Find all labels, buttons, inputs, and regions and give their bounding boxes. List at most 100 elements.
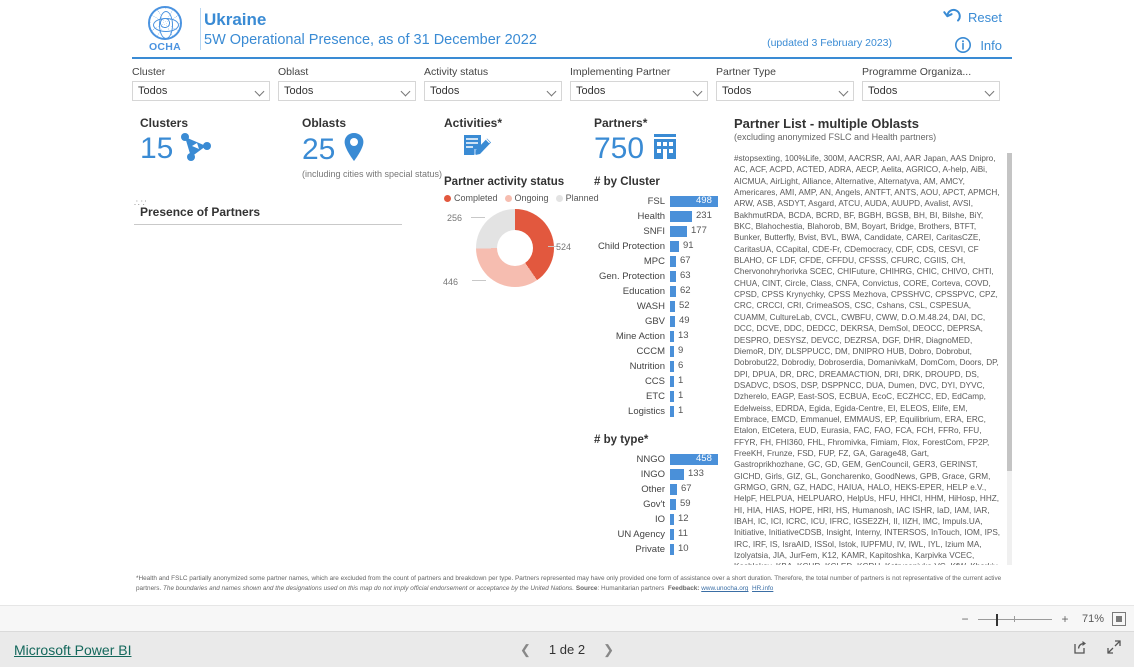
bar-fill[interactable] xyxy=(670,240,679,252)
bar-fill[interactable] xyxy=(670,360,674,372)
bar-row[interactable]: Nutrition 6 xyxy=(594,359,724,373)
partner-list-scroll-thumb[interactable] xyxy=(1007,153,1012,471)
bar-category-label: ETC xyxy=(646,390,665,402)
partner-list-body[interactable]: #stopsexting, 100%Life, 300M, AACRSR, AA… xyxy=(734,153,1012,565)
slicer-implementing-partner-dropdown[interactable]: Todos xyxy=(570,81,708,101)
bar-row[interactable]: Mine Action 13 xyxy=(594,329,724,343)
bar-fill[interactable] xyxy=(670,255,676,267)
bar-row[interactable]: Gov't 59 xyxy=(594,497,724,511)
bar-row[interactable]: ETC 1 xyxy=(594,389,724,403)
network-icon xyxy=(180,131,214,166)
kpi-card-partners: Partners* 750 xyxy=(594,116,679,166)
legend-item-completed[interactable]: Completed xyxy=(444,193,498,203)
bar-category-label: Education xyxy=(622,285,665,297)
bar-row[interactable]: Other 67 xyxy=(594,482,724,496)
legend-label-ongoing: Ongoing xyxy=(514,193,549,203)
bar-fill[interactable] xyxy=(670,405,674,417)
bar-fill[interactable] xyxy=(670,483,677,495)
slicer-activity-status-dropdown[interactable]: Todos xyxy=(424,81,562,101)
bar-track: 1 xyxy=(670,405,724,417)
bar-fill[interactable] xyxy=(670,270,676,282)
bar-fill[interactable] xyxy=(670,345,674,357)
bar-track: 59 xyxy=(670,498,724,510)
bar-fill[interactable] xyxy=(670,210,692,222)
bar-row[interactable]: Private 10 xyxy=(594,542,724,556)
kpi-clusters-title: Clusters xyxy=(140,116,189,130)
info-icon xyxy=(954,36,974,54)
bar-row[interactable]: FSL 498 xyxy=(594,194,724,208)
slicer-oblast-dropdown[interactable]: Todos xyxy=(278,81,416,101)
bar-track: 458 xyxy=(670,453,724,465)
bar-fill[interactable] xyxy=(670,498,676,510)
bar-row[interactable]: Health 231 xyxy=(594,209,724,223)
info-button[interactable]: Info xyxy=(954,36,1002,54)
bar-row[interactable]: Gen. Protection 63 xyxy=(594,269,724,283)
chevron-down-icon xyxy=(402,87,411,96)
bar-track: 1 xyxy=(670,390,724,402)
bar-row[interactable]: UN Agency 11 xyxy=(594,527,724,541)
bar-chart-by-type-title: # by type* xyxy=(594,434,649,446)
donut-partner-activity-status[interactable]: Partner activity status Completed Ongoin… xyxy=(443,176,599,296)
bar-fill[interactable] xyxy=(670,300,675,312)
page-title: Ukraine xyxy=(204,10,267,29)
map-visual-presence-of-partners[interactable]: ∴∵ Presence of Partners xyxy=(134,198,434,231)
chevron-right-icon[interactable]: ❯ xyxy=(603,642,614,658)
bar-chart-by-type[interactable]: # by type* NNGO 458 INGO 133 Other 67 Gov't 59 I… xyxy=(594,434,724,557)
minus-icon[interactable]: − xyxy=(960,613,970,625)
bar-row[interactable]: IO 12 xyxy=(594,512,724,526)
bar-fill[interactable] xyxy=(670,225,687,237)
legend-item-planned[interactable]: Planned xyxy=(555,193,599,203)
slicer-programme-organization: Programme Organiza... Todos xyxy=(862,66,1008,108)
zoom-slider[interactable] xyxy=(978,613,1052,626)
bar-row[interactable]: WASH 52 xyxy=(594,299,724,313)
bar-track: 231 xyxy=(670,210,724,222)
bar-fill[interactable] xyxy=(670,330,674,342)
bar-fill[interactable] xyxy=(670,375,674,387)
donut-leader-ongoing xyxy=(472,280,486,281)
bar-row[interactable]: CCS 1 xyxy=(594,374,724,388)
fullscreen-icon[interactable] xyxy=(1106,639,1122,660)
bar-fill[interactable] xyxy=(670,528,674,540)
bar-row[interactable]: MPC 67 xyxy=(594,254,724,268)
bar-row[interactable]: Education 62 xyxy=(594,284,724,298)
slicer-cluster-dropdown[interactable]: Todos xyxy=(132,81,270,101)
bar-row[interactable]: Child Protection 91 xyxy=(594,239,724,253)
reset-button[interactable]: Reset xyxy=(942,8,1002,26)
bar-fill[interactable] xyxy=(670,543,674,555)
bar-value-label: 6 xyxy=(678,359,684,371)
slicer-programme-organization-dropdown[interactable]: Todos xyxy=(862,81,1000,101)
donut-ring[interactable] xyxy=(476,209,554,287)
bar-chart-by-cluster[interactable]: # by Cluster FSL 498 Health 231 SNFI 177 Child… xyxy=(594,176,724,419)
footnote-link-unocha[interactable]: www.unocha.org xyxy=(701,585,748,592)
zoom-slider-thumb[interactable] xyxy=(996,613,998,626)
bar-fill[interactable] xyxy=(670,468,684,480)
bar-row[interactable]: NNGO 458 xyxy=(594,452,724,466)
bar-fill[interactable] xyxy=(670,513,674,525)
bar-row[interactable]: CCCM 9 xyxy=(594,344,724,358)
bar-row[interactable]: INGO 133 xyxy=(594,467,724,481)
zoom-slider-tick xyxy=(1014,615,1015,622)
plus-icon[interactable]: + xyxy=(1060,613,1070,625)
bar-fill[interactable] xyxy=(670,315,675,327)
bar-track: 12 xyxy=(670,513,724,525)
share-icon[interactable] xyxy=(1072,639,1088,660)
bar-row[interactable]: SNFI 177 xyxy=(594,224,724,238)
bar-value-label: 11 xyxy=(678,527,688,539)
bar-fill[interactable] xyxy=(670,285,676,297)
fit-to-page-icon[interactable] xyxy=(1112,611,1126,626)
bar-row[interactable]: GBV 49 xyxy=(594,314,724,328)
bar-row[interactable]: Logistics 1 xyxy=(594,404,724,418)
bar-track: 52 xyxy=(670,300,724,312)
bar-value-label: 62 xyxy=(680,284,691,296)
bar-value-label: 91 xyxy=(683,239,694,251)
slicer-partner-type-dropdown[interactable]: Todos xyxy=(716,81,854,101)
slicer-cluster-value: Todos xyxy=(138,85,168,97)
footnote-link-hrinfo[interactable]: HR.info xyxy=(752,585,773,592)
bar-fill[interactable] xyxy=(670,390,674,402)
reset-icon xyxy=(942,8,962,26)
legend-item-ongoing[interactable]: Ongoing xyxy=(504,193,549,203)
bar-track: 10 xyxy=(670,543,724,555)
slicer-activity-status-value: Todos xyxy=(430,85,460,97)
chevron-left-icon[interactable]: ❮ xyxy=(520,642,531,658)
partner-list-scrollbar[interactable] xyxy=(1007,153,1012,565)
